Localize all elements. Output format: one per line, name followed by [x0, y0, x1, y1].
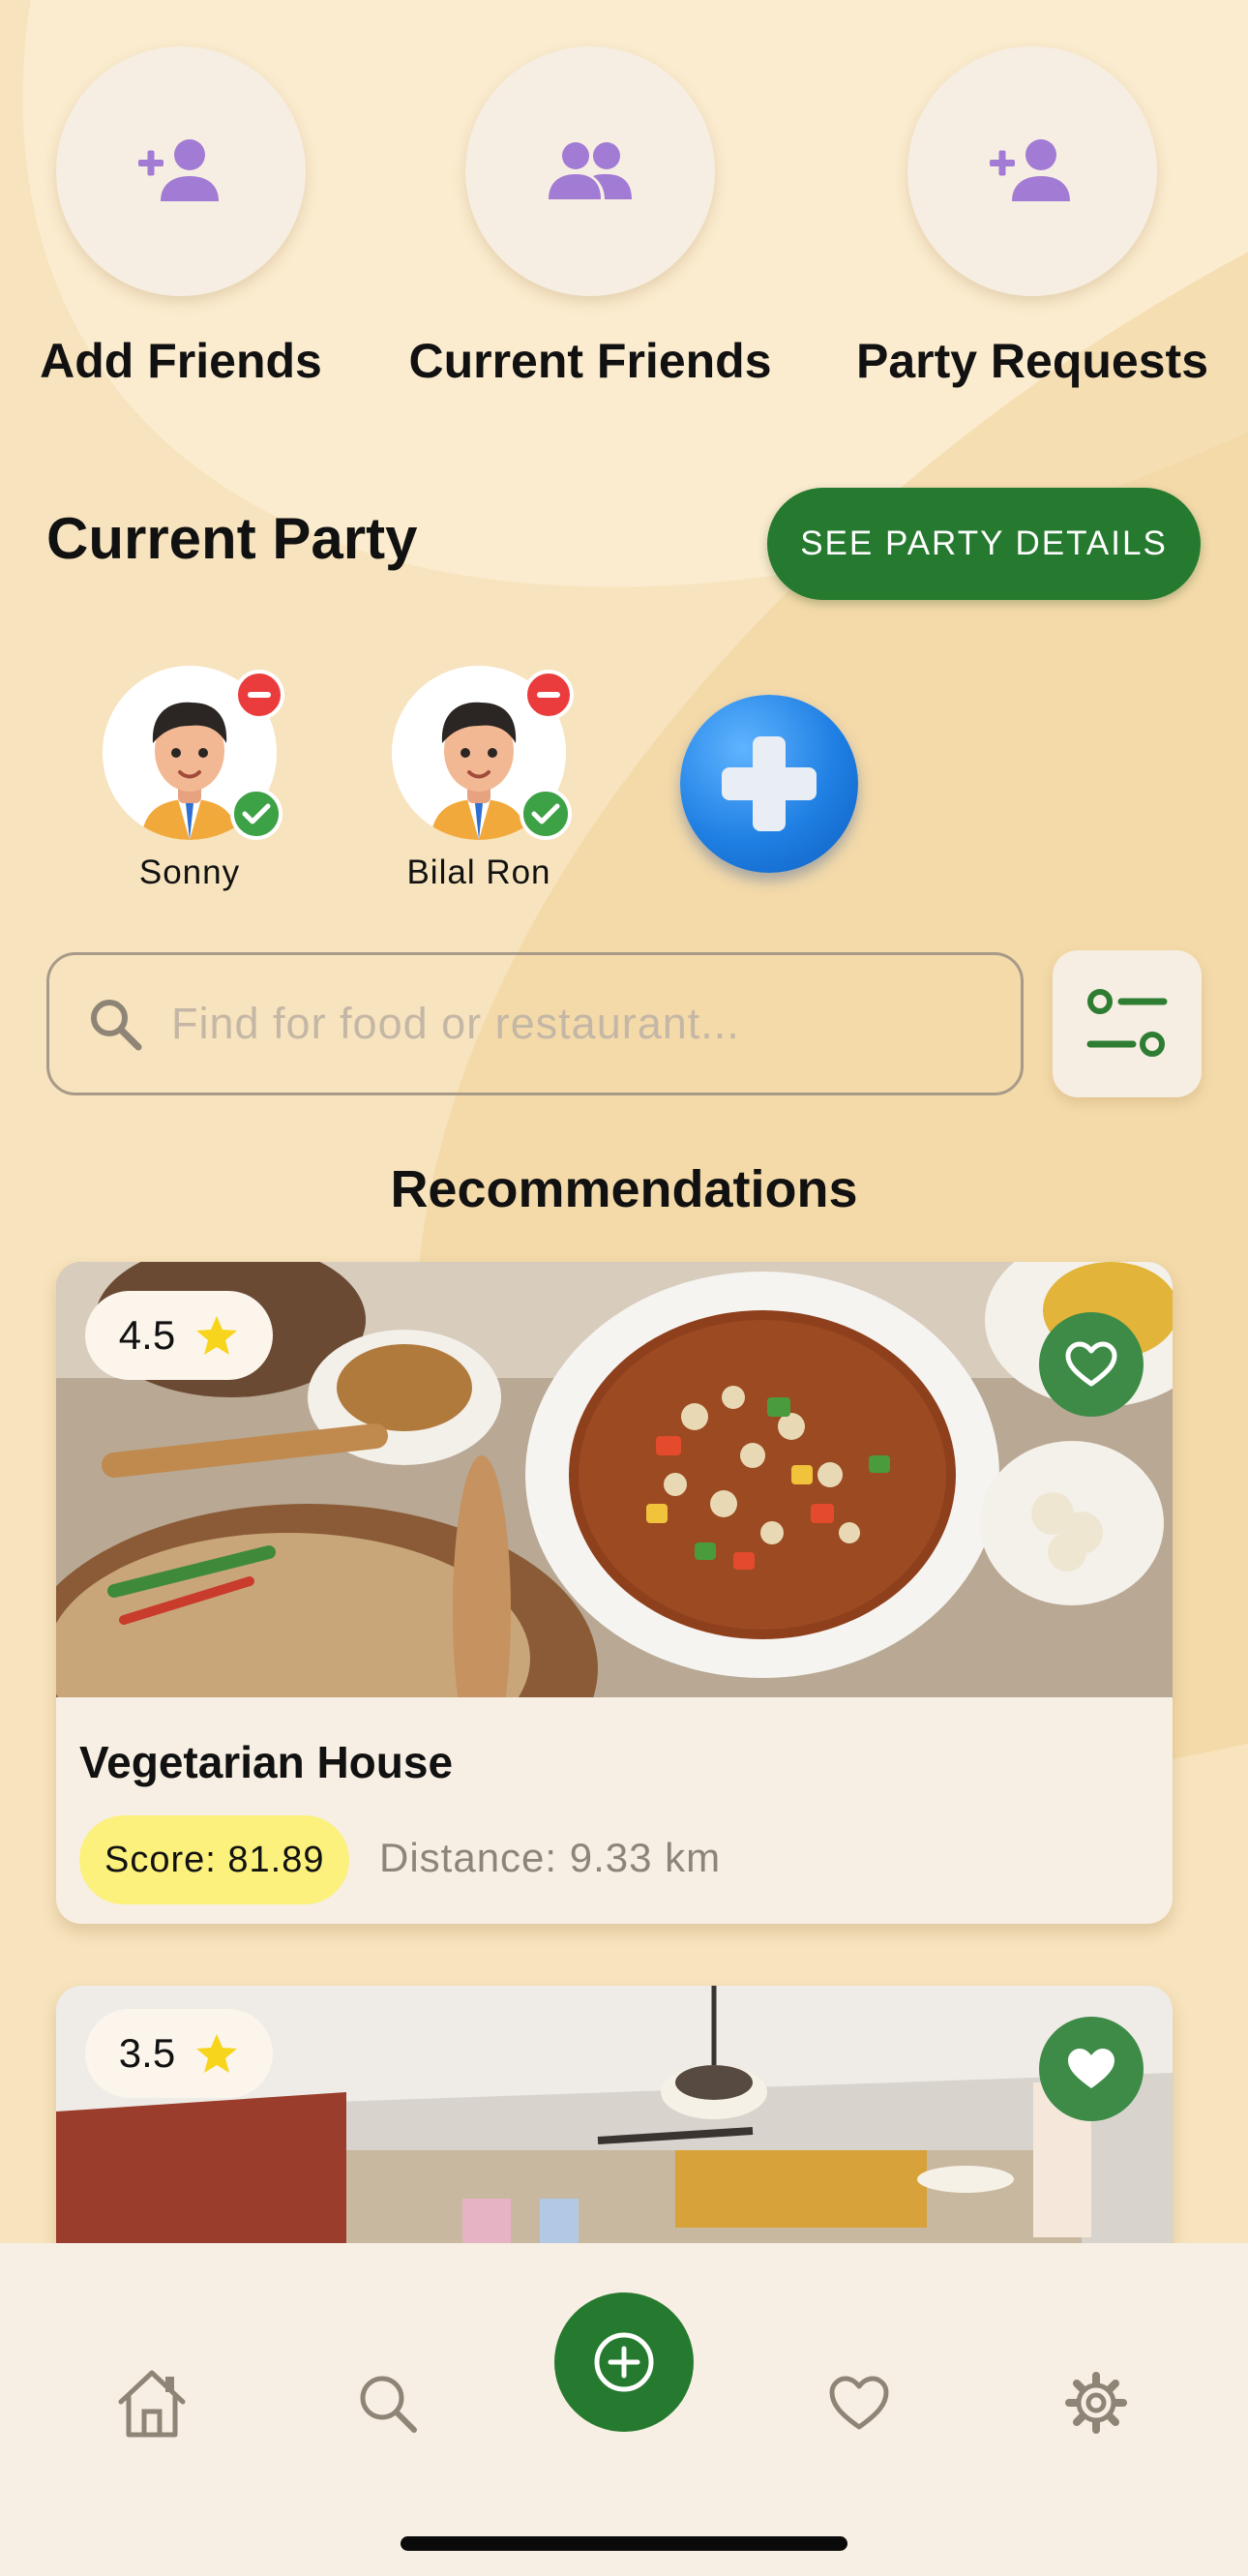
see-party-details-button[interactable]: SEE PARTY DETAILS — [767, 488, 1201, 600]
restaurant-name: Vegetarian House — [79, 1737, 454, 1787]
search-icon — [91, 1000, 142, 1051]
party-member[interactable]: Bilal Ron — [372, 666, 585, 892]
add-friends-action[interactable]: Add Friends — [0, 46, 384, 389]
accepted-check-icon — [520, 788, 572, 840]
nav-settings[interactable] — [1053, 2359, 1140, 2446]
home-icon — [118, 2370, 186, 2438]
heart-filled-icon — [1068, 2049, 1114, 2088]
add-friends-label: Add Friends — [40, 334, 322, 388]
member-name: Bilal Ron — [406, 854, 551, 891]
restaurant-photo: 4.5 — [56, 1262, 1173, 1697]
star-icon — [196, 2034, 238, 2073]
home-indicator — [401, 2536, 847, 2551]
current-friends-label: Current Friends — [408, 334, 772, 388]
accepted-check-icon — [230, 788, 282, 840]
member-name: Sonny — [138, 854, 241, 891]
nav-search[interactable] — [343, 2359, 431, 2446]
star-icon — [196, 1316, 238, 1355]
plus-icon — [722, 736, 817, 831]
search-icon — [360, 2376, 417, 2433]
restaurant-photo: 3.5 — [56, 1986, 1173, 2276]
add-party-member-button[interactable] — [680, 695, 858, 873]
add-person-icon — [138, 139, 219, 201]
add-friends-button[interactable] — [56, 46, 306, 296]
current-party-title: Current Party — [46, 506, 418, 571]
heart-outline-icon — [1065, 1341, 1117, 1387]
group-icon — [549, 142, 632, 199]
bottom-navigation — [0, 2243, 1248, 2576]
party-requests-label: Party Requests — [855, 334, 1209, 388]
party-member[interactable]: Sonny — [83, 666, 296, 892]
rating-badge: 4.5 — [85, 1291, 273, 1380]
rating-badge: 3.5 — [85, 2009, 273, 2098]
favorite-button[interactable] — [1039, 2017, 1144, 2121]
heart-icon — [829, 2376, 889, 2430]
score-badge: Score: 81.89 — [79, 1815, 350, 1904]
rating-value: 3.5 — [118, 2030, 176, 2076]
distance-text: Distance: 9.33 km — [379, 1835, 722, 1880]
nav-add-button[interactable] — [554, 2292, 694, 2432]
favorite-button[interactable] — [1039, 1312, 1144, 1417]
party-requests-action[interactable]: Party Requests — [829, 46, 1235, 389]
current-friends-action[interactable]: Current Friends — [387, 46, 793, 389]
remove-member-button[interactable] — [523, 670, 574, 720]
recommendations-title: Recommendations — [390, 1160, 858, 1218]
party-requests-button[interactable] — [907, 46, 1157, 296]
add-person-icon — [990, 139, 1070, 201]
nav-home[interactable] — [108, 2359, 195, 2446]
rating-value: 4.5 — [118, 1312, 176, 1358]
add-circle-icon — [594, 2332, 654, 2392]
friend-actions: Add Friends Current Friends Party Reques… — [0, 0, 1248, 406]
nav-favorites[interactable] — [816, 2359, 903, 2446]
gear-icon — [1065, 2372, 1127, 2434]
restaurant-card[interactable]: 4.5 Vegetarian House Score: 81.89 Distan… — [56, 1262, 1173, 1924]
current-friends-button[interactable] — [465, 46, 715, 296]
filter-icon — [1086, 989, 1168, 1057]
filter-button[interactable] — [1053, 950, 1202, 1097]
restaurant-card[interactable]: 3.5 — [56, 1986, 1173, 2276]
search-bar[interactable]: Find for food or restaurant... — [46, 952, 1024, 1095]
search-input[interactable]: Find for food or restaurant... — [171, 999, 740, 1049]
remove-member-button[interactable] — [234, 670, 284, 720]
